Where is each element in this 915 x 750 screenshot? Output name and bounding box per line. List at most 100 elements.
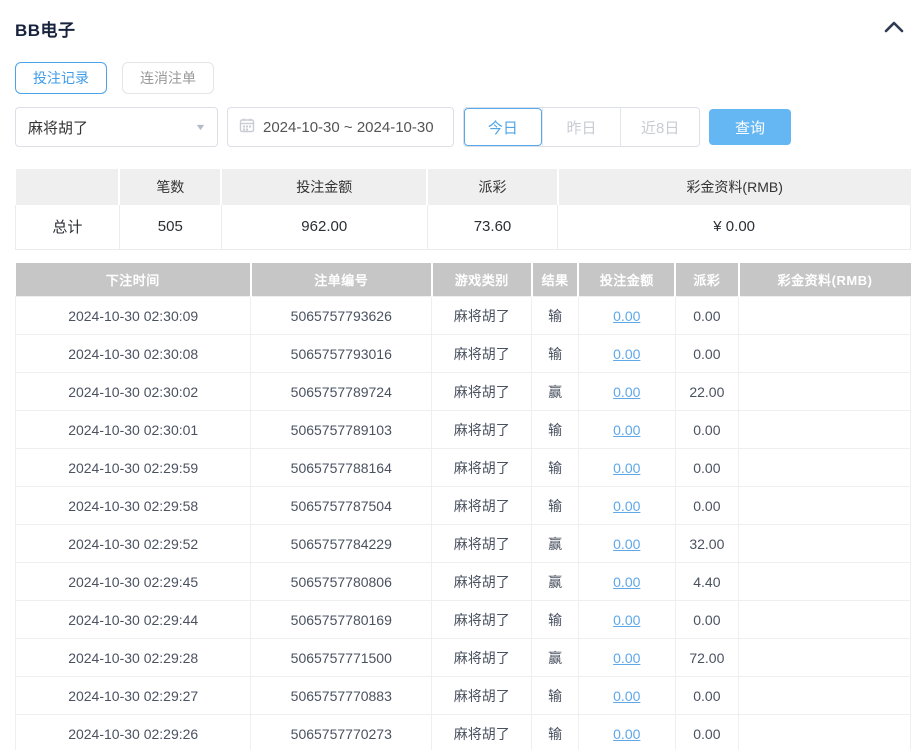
bonus-cell <box>738 296 911 335</box>
bet-amount-link[interactable]: 0.00 <box>613 726 640 742</box>
bet-amount-cell: 0.00 <box>577 486 676 525</box>
bet-amount-link[interactable]: 0.00 <box>613 650 640 666</box>
bet-time-cell: 2024-10-30 02:29:27 <box>14 676 252 715</box>
ticket-number-cell: 5065757771500 <box>250 638 433 677</box>
bet-time-cell: 2024-10-30 02:29:26 <box>14 714 252 750</box>
bet-amount-cell: 0.00 <box>577 676 676 715</box>
result-cell: 输 <box>531 600 579 639</box>
payout-cell: 32.00 <box>674 524 740 563</box>
ticket-number-cell: 5065757770883 <box>250 676 433 715</box>
bonus-cell <box>738 448 911 487</box>
bet-amount-cell: 0.00 <box>577 334 676 373</box>
game-type-cell: 麻将胡了 <box>431 296 533 335</box>
bonus-cell <box>738 562 911 601</box>
bet-table-header-row: 下注时间 注单编号 游戏类别 结果 投注金额 派彩 彩金资料(RMB) <box>15 262 911 297</box>
table-row: 2024-10-30 02:29:44 5065757780169 麻将胡了 输… <box>14 600 911 639</box>
game-select-value: 麻将胡了 <box>28 119 89 137</box>
result-cell: 输 <box>531 334 579 373</box>
today-button[interactable]: 今日 <box>464 108 542 146</box>
game-type-cell: 麻将胡了 <box>431 714 533 750</box>
bet-amount-link[interactable]: 0.00 <box>613 346 640 362</box>
summary-header-row: 笔数 投注金额 派彩 彩金资料(RMB) <box>15 169 911 205</box>
bet-header-bonus: 彩金资料(RMB) <box>738 262 911 297</box>
game-type-cell: 麻将胡了 <box>431 410 533 449</box>
bet-header-payout: 派彩 <box>675 262 740 297</box>
bet-amount-cell: 0.00 <box>577 714 676 750</box>
payout-cell: 0.00 <box>674 334 740 373</box>
bonus-cell <box>738 410 911 449</box>
table-row: 2024-10-30 02:29:27 5065757770883 麻将胡了 输… <box>14 676 911 715</box>
bet-amount-link[interactable]: 0.00 <box>613 574 640 590</box>
ticket-number-cell: 5065757788164 <box>250 448 433 487</box>
last-8-days-button[interactable]: 近8日 <box>620 108 699 146</box>
payout-cell: 22.00 <box>674 372 740 411</box>
result-cell: 赢 <box>531 372 579 411</box>
bet-time-cell: 2024-10-30 02:29:45 <box>14 562 252 601</box>
bet-amount-link[interactable]: 0.00 <box>613 308 640 324</box>
payout-cell: 72.00 <box>674 638 740 677</box>
page-title: BB电子 <box>15 21 76 40</box>
game-type-cell: 麻将胡了 <box>431 334 533 373</box>
bet-amount-link[interactable]: 0.00 <box>613 422 640 438</box>
bet-amount-cell: 0.00 <box>577 372 676 411</box>
summary-total-bonus: ¥ 0.00 <box>557 205 911 250</box>
game-type-cell: 麻将胡了 <box>431 524 533 563</box>
payout-cell: 0.00 <box>674 714 740 750</box>
result-cell: 输 <box>531 676 579 715</box>
bet-amount-link[interactable]: 0.00 <box>613 384 640 400</box>
game-type-cell: 麻将胡了 <box>431 562 533 601</box>
game-type-cell: 麻将胡了 <box>431 676 533 715</box>
date-range-input[interactable]: 2024-10-30 ~ 2024-10-30 <box>227 107 454 147</box>
payout-cell: 0.00 <box>674 676 740 715</box>
bet-amount-link[interactable]: 0.00 <box>613 536 640 552</box>
table-row: 2024-10-30 02:29:26 5065757770273 麻将胡了 输… <box>14 714 911 750</box>
summary-table: 笔数 投注金额 派彩 彩金资料(RMB) 总计 505 962.00 73.60… <box>15 169 911 250</box>
payout-cell: 0.00 <box>674 448 740 487</box>
bet-time-cell: 2024-10-30 02:29:59 <box>14 448 252 487</box>
summary-header-empty <box>15 169 121 205</box>
result-cell: 输 <box>531 714 579 750</box>
bet-time-cell: 2024-10-30 02:30:08 <box>14 334 252 373</box>
ticket-number-cell: 5065757789724 <box>250 372 433 411</box>
bet-amount-cell: 0.00 <box>577 524 676 563</box>
summary-header-count: 笔数 <box>119 169 223 205</box>
bet-amount-cell: 0.00 <box>577 296 676 335</box>
summary-header-bet-amount: 投注金额 <box>221 169 429 205</box>
tab-cancelled-bets[interactable]: 连消注单 <box>122 62 214 94</box>
panel-header: BB电子 <box>15 0 911 42</box>
bet-amount-link[interactable]: 0.00 <box>613 460 640 476</box>
bet-amount-link[interactable]: 0.00 <box>613 688 640 704</box>
table-row: 2024-10-30 02:30:01 5065757789103 麻将胡了 输… <box>14 410 911 449</box>
calendar-icon <box>239 117 255 138</box>
payout-cell: 4.40 <box>674 562 740 601</box>
collapse-button[interactable] <box>881 16 907 42</box>
bonus-cell <box>738 334 911 373</box>
yesterday-button[interactable]: 昨日 <box>541 108 621 146</box>
table-row: 2024-10-30 02:29:59 5065757788164 麻将胡了 输… <box>14 448 911 487</box>
ticket-number-cell: 5065757780806 <box>250 562 433 601</box>
bet-time-cell: 2024-10-30 02:30:02 <box>14 372 252 411</box>
result-cell: 赢 <box>531 524 579 563</box>
summary-total-row: 总计 505 962.00 73.60 ¥ 0.00 <box>15 205 911 250</box>
ticket-number-cell: 5065757780169 <box>250 600 433 639</box>
chevron-down-icon: ▼ <box>194 122 207 132</box>
bonus-cell <box>738 524 911 563</box>
payout-cell: 0.00 <box>674 410 740 449</box>
date-range-value: 2024-10-30 ~ 2024-10-30 <box>263 118 434 136</box>
payout-cell: 0.00 <box>674 486 740 525</box>
query-button[interactable]: 查询 <box>709 109 791 145</box>
bet-amount-link[interactable]: 0.00 <box>613 498 640 514</box>
payout-cell: 0.00 <box>674 600 740 639</box>
result-cell: 输 <box>531 448 579 487</box>
table-row: 2024-10-30 02:29:52 5065757784229 麻将胡了 赢… <box>14 524 911 563</box>
bet-header-result: 结果 <box>531 262 580 297</box>
bb-panel: BB电子 投注记录 连消注单 麻将胡了 ▼ 2024-10-30 ~ 2024-… <box>0 0 915 750</box>
table-row: 2024-10-30 02:29:28 5065757771500 麻将胡了 赢… <box>14 638 911 677</box>
bonus-cell <box>738 486 911 525</box>
bet-amount-link[interactable]: 0.00 <box>613 612 640 628</box>
game-select[interactable]: 麻将胡了 ▼ <box>15 107 218 147</box>
tab-bet-records[interactable]: 投注记录 <box>15 62 107 94</box>
summary-header-payout: 派彩 <box>427 169 559 205</box>
bet-amount-cell: 0.00 <box>577 562 676 601</box>
table-row: 2024-10-30 02:29:45 5065757780806 麻将胡了 赢… <box>14 562 911 601</box>
